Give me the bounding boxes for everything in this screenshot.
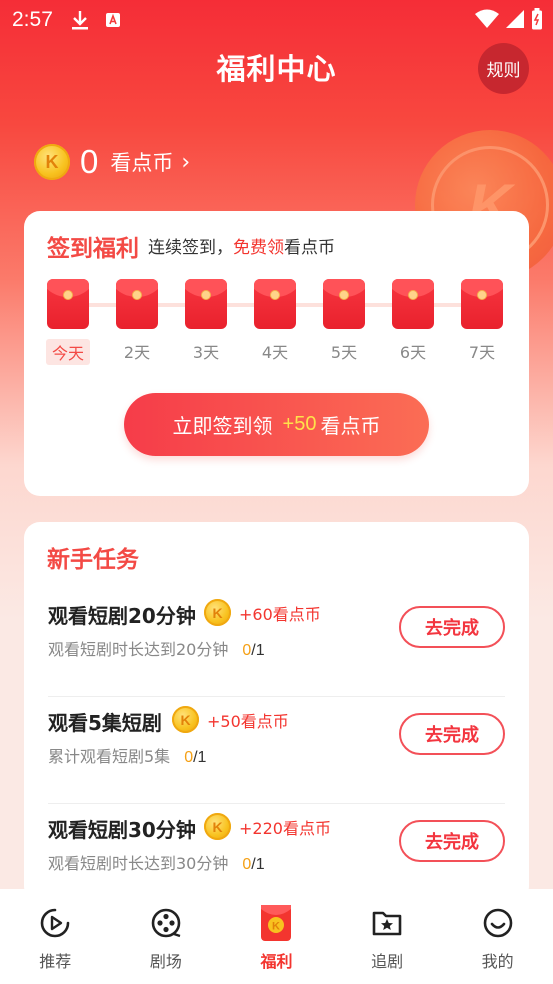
day-item: 3天 <box>184 279 228 363</box>
task-progress-total: /1 <box>251 642 265 659</box>
coin-balance-label: 看点币 <box>110 151 174 175</box>
task-description-text: 累计观看短剧5集 <box>48 747 171 766</box>
day-label: 6天 <box>399 343 427 362</box>
wifi-icon <box>475 9 499 28</box>
red-envelope-icon <box>116 279 158 329</box>
task-reward: K +50看点币 <box>172 706 289 733</box>
day-item: 5天 <box>322 279 366 363</box>
task-reward-text: +220看点币 <box>239 818 331 838</box>
task-progress-total: /1 <box>251 856 265 873</box>
battery-icon <box>532 8 542 30</box>
nav-label: 推荐 <box>39 952 72 971</box>
coin-icon: K <box>172 706 199 733</box>
red-envelope-icon <box>185 279 227 329</box>
nav-item-profile[interactable]: 我的 <box>442 889 553 984</box>
signin-button-label: 立即签到领 <box>172 414 273 438</box>
film-reel-icon <box>149 906 183 940</box>
red-envelope-icon <box>323 279 365 329</box>
day-label: 4天 <box>261 343 289 362</box>
red-envelope-icon <box>254 279 296 329</box>
star-folder-icon <box>370 906 404 940</box>
status-time: 2:57 <box>12 8 53 31</box>
signin-subtitle-highlight: 免费领 <box>233 238 284 258</box>
day-label: 7天 <box>468 343 496 362</box>
day-label: 5天 <box>330 343 358 362</box>
signin-button[interactable]: 立即签到领 +50 看点币 <box>124 393 429 456</box>
signal-icon <box>506 10 524 28</box>
task-reward: K +60看点币 <box>204 599 321 626</box>
svg-text:K: K <box>273 921 281 933</box>
day-label: 3天 <box>192 343 220 362</box>
day-item: 6天 <box>391 279 435 363</box>
task-description: 观看短剧时长达到30分钟 0/1 <box>48 850 265 874</box>
day-item: 2天 <box>115 279 159 363</box>
newbie-tasks-card: 新手任务 观看短剧20分钟 K +60看点币 观看短剧时长达到20分钟 0/1 去… <box>24 522 529 911</box>
signin-subtitle-prefix: 连续签到， <box>148 238 233 258</box>
nav-item-follow[interactable]: 追剧 <box>332 889 443 984</box>
task-progress-done: 0 <box>184 749 194 766</box>
signin-subtitle-suffix: 看点币 <box>284 238 335 258</box>
day-item: 4天 <box>253 279 297 363</box>
nav-item-recommend[interactable]: 推荐 <box>0 889 111 984</box>
nav-item-welfare[interactable]: K 福利 <box>221 889 332 984</box>
task-progress-done: 0 <box>242 856 252 873</box>
coin-icon: K <box>204 813 231 840</box>
red-envelope-icon <box>47 279 89 329</box>
status-bar: 2:57 <box>0 0 553 40</box>
chevron-right-icon: › <box>181 149 191 175</box>
nav-label: 剧场 <box>149 952 182 971</box>
task-description: 观看短剧时长达到20分钟 0/1 <box>48 636 265 660</box>
task-progress-done: 0 <box>242 642 252 659</box>
download-icon <box>71 11 88 30</box>
day-item: 7天 <box>460 279 504 363</box>
task-name: 观看短剧30分钟 <box>48 818 196 842</box>
task-description-text: 观看短剧时长达到20分钟 <box>48 640 229 659</box>
task-item: 观看5集短剧 K +50看点币 累计观看短剧5集 0/1 去完成 <box>24 697 529 804</box>
red-envelope-icon: K <box>259 905 293 941</box>
red-envelope-icon <box>461 279 503 329</box>
day-label: 今天 <box>46 339 90 365</box>
task-name: 观看5集短剧 <box>48 711 162 735</box>
task-reward-text: +60看点币 <box>239 604 321 624</box>
signin-subtitle: 连续签到，免费领看点币 <box>148 233 335 258</box>
task-name: 观看短剧20分钟 <box>48 604 196 628</box>
task-description-text: 观看短剧时长达到30分钟 <box>48 854 229 873</box>
nav-label: 福利 <box>260 952 293 971</box>
task-progress-total: /1 <box>193 749 207 766</box>
smiley-icon <box>481 906 515 940</box>
coin-balance-amount: 0 <box>80 143 99 180</box>
tasks-title: 新手任务 <box>47 547 139 573</box>
nav-label: 追剧 <box>371 952 404 971</box>
rules-button[interactable]: 规则 <box>478 43 529 94</box>
red-envelope-icon <box>392 279 434 329</box>
coin-icon: K <box>204 599 231 626</box>
task-complete-button[interactable]: 去完成 <box>399 606 505 648</box>
day-item: 今天 <box>46 279 90 365</box>
task-complete-button[interactable]: 去完成 <box>399 820 505 862</box>
signin-title: 签到福利 <box>47 236 139 262</box>
coin-icon: K <box>34 144 70 180</box>
signin-card: 签到福利 连续签到，免费领看点币 今天 2天 3天 4天 5天 6天 7天 立即… <box>24 211 529 496</box>
app-notification-icon <box>105 13 120 27</box>
signin-button-unit: 看点币 <box>320 414 381 438</box>
task-item: 观看短剧20分钟 K +60看点币 观看短剧时长达到20分钟 0/1 去完成 <box>24 590 529 697</box>
page-title: 福利中心 <box>216 52 337 86</box>
task-reward-text: +50看点币 <box>207 711 289 731</box>
task-reward: K +220看点币 <box>204 813 331 840</box>
nav-item-theater[interactable]: 剧场 <box>111 889 222 984</box>
bottom-nav: 推荐 剧场 K 福利 追剧 我的 <box>0 889 553 984</box>
play-icon <box>38 906 72 940</box>
nav-label: 我的 <box>481 952 514 971</box>
task-complete-button[interactable]: 去完成 <box>399 713 505 755</box>
task-description: 累计观看短剧5集 0/1 <box>48 743 206 767</box>
signin-button-bonus: +50 <box>282 413 317 435</box>
coin-balance[interactable]: K 0 看点币 › <box>34 143 190 181</box>
day-label: 2天 <box>123 343 151 362</box>
